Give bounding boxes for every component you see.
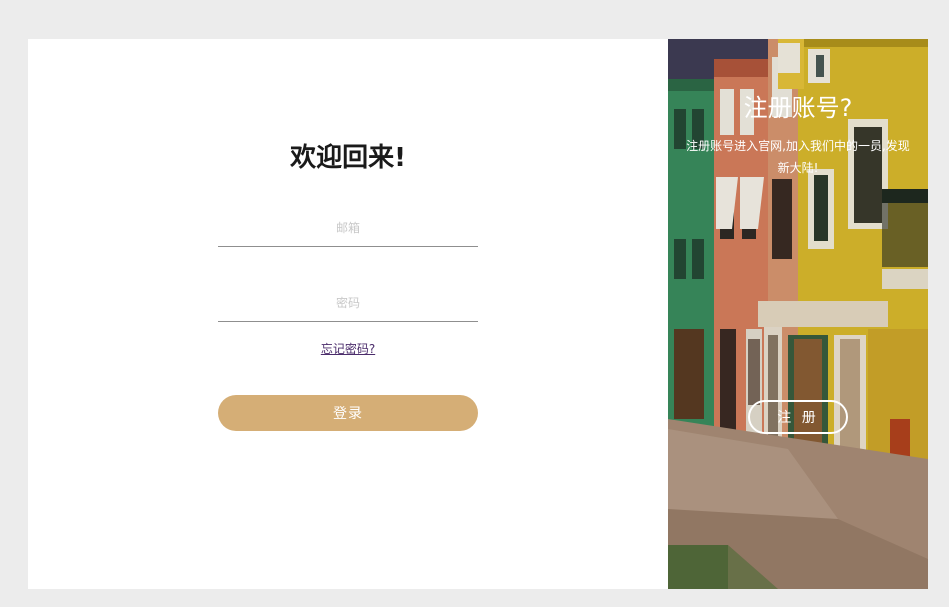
email-input[interactable] (218, 211, 478, 247)
register-title: 注册账号? (743, 94, 853, 122)
login-panel: 欢迎回来! 忘记密码? 登录 (28, 39, 668, 589)
register-description: 注册账号进入官网,加入我们中的一员,发现新大陆! (686, 139, 910, 175)
password-input[interactable] (218, 286, 478, 322)
auth-card: 欢迎回来! 忘记密码? 登录 (28, 39, 928, 589)
login-title: 欢迎回来! (290, 143, 406, 173)
email-field-wrapper (218, 211, 478, 247)
register-panel: 注册账号? 注册账号进入官网,加入我们中的一员,发现新大陆! 注 册 (668, 39, 928, 589)
password-field-wrapper (218, 286, 478, 322)
forgot-password-link[interactable]: 忘记密码? (28, 340, 668, 357)
register-button[interactable]: 注 册 (748, 400, 848, 434)
login-button[interactable]: 登录 (218, 395, 478, 431)
